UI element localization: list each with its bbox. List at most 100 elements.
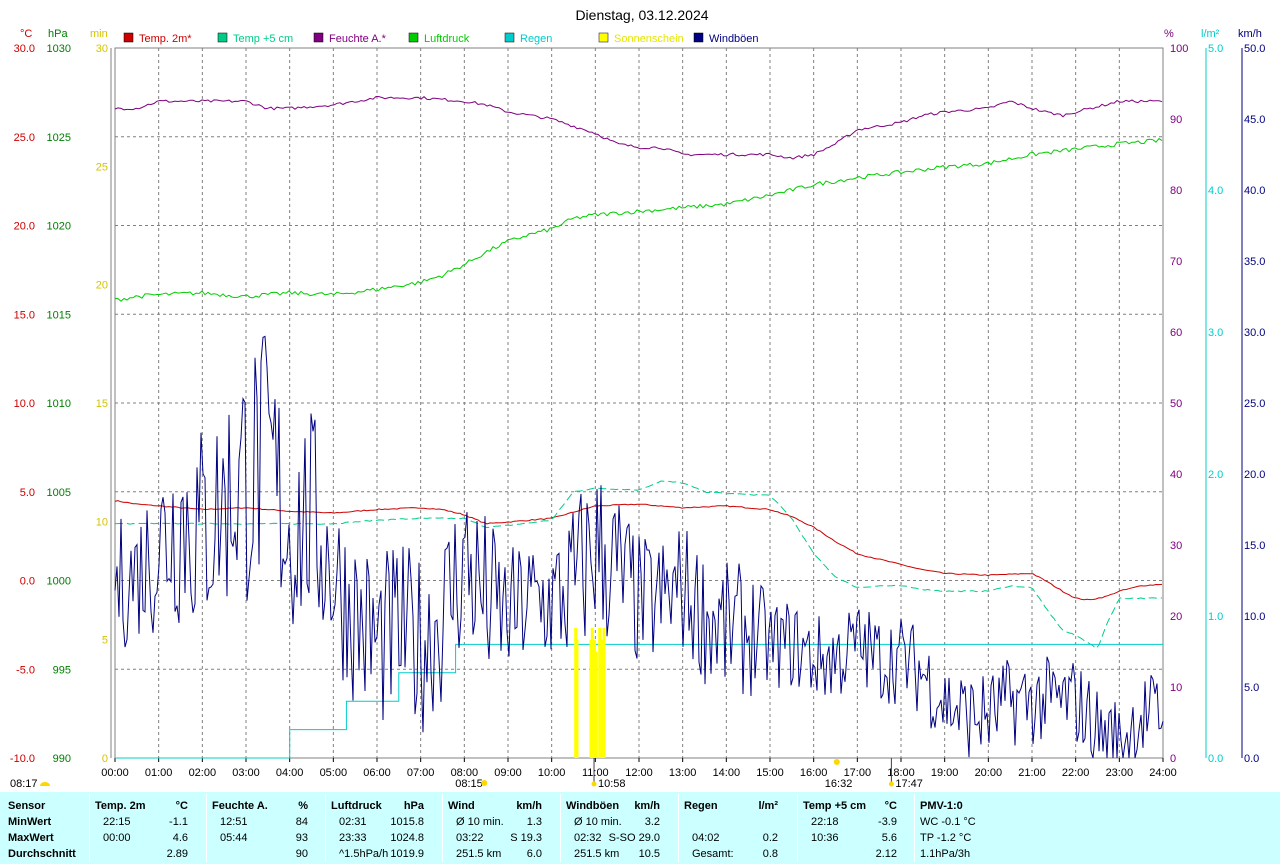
pressure-tick-label: 1025 <box>47 132 71 144</box>
sunshine-bar <box>602 627 606 758</box>
stat-value: 1024.8 <box>390 832 424 844</box>
legend-label: Sonnenschein <box>614 33 684 45</box>
sun-tick-label: 10 <box>96 516 108 528</box>
humidity-tick-label: 40 <box>1170 469 1182 481</box>
pressure-tick-label: 990 <box>53 753 71 765</box>
x-tick-label: 09:00 <box>494 767 522 779</box>
column-unit: °C <box>884 800 897 812</box>
temp-tick-label: 30.0 <box>14 43 35 55</box>
legend-label: Feuchte A.* <box>329 33 387 45</box>
humidity-axis-unit: % <box>1164 28 1174 40</box>
stat-value: 2.12 <box>875 848 897 860</box>
x-tick-label: 21:00 <box>1018 767 1046 779</box>
stat-value: 0.2 <box>762 832 778 844</box>
x-tick-label: 23:00 <box>1106 767 1134 779</box>
twilight-label: 17:47 <box>895 778 923 790</box>
wind-tick-label: 50.0 <box>1244 43 1265 55</box>
event-label: 08:15 <box>455 778 483 790</box>
wind-tick-label: 15.0 <box>1244 540 1265 552</box>
humidity-tick-label: 70 <box>1170 256 1182 268</box>
legend-swatch <box>123 32 134 43</box>
column-unit: % <box>298 800 308 812</box>
legend-swatch <box>504 32 515 43</box>
rain-tick-label: 4.0 <box>1208 185 1223 197</box>
summary-column-feuchte: Feuchte A.% 12:51 84 05:44 93 90 <box>212 792 322 864</box>
stat-value: S-SO 29.0 <box>608 832 660 844</box>
sun-tick-label: 20 <box>96 280 108 292</box>
rain-axis-unit: l/m² <box>1201 28 1220 40</box>
x-tick-label: 19:00 <box>931 767 959 779</box>
legend-label: Luftdruck <box>424 33 470 45</box>
rain-tick-label: 3.0 <box>1208 327 1223 339</box>
humidity-tick-label: 30 <box>1170 540 1182 552</box>
x-tick-label: 16:00 <box>800 767 828 779</box>
humidity-tick-label: 0 <box>1170 753 1176 765</box>
stat-value: 2.89 <box>166 848 188 860</box>
wind-tick-label: 10.0 <box>1244 611 1265 623</box>
sun-tick-label: 15 <box>96 398 108 410</box>
temp-tick-label: -10.0 <box>10 753 35 765</box>
column-header: Sensor <box>8 800 46 812</box>
stat-value: 0.8 <box>762 848 778 860</box>
temp-axis-unit: °C <box>20 28 32 40</box>
pressure-tick-label: 1005 <box>47 487 71 499</box>
legend-label: Temp. 2m* <box>139 33 192 45</box>
pressure-tick-label: 1030 <box>47 43 71 55</box>
x-tick-label: 13:00 <box>669 767 697 779</box>
summary-column-temp5cm: Temp +5 cm °C 22:18 -3.9 10:36 5.6 2.12 <box>803 792 911 864</box>
pmv-value: TP -1.2 °C <box>920 832 972 844</box>
x-tick-label: 03:00 <box>232 767 260 779</box>
temp-tick-label: 15.0 <box>14 309 35 321</box>
stat-value: 5.6 <box>881 832 897 844</box>
column-header: PMV-1:0 <box>920 800 963 812</box>
x-tick-label: 06:00 <box>363 767 391 779</box>
row-label: Durchschnitt <box>8 848 76 860</box>
stat-value: 93 <box>295 832 308 844</box>
row-label: MaxWert <box>8 832 54 844</box>
pressure-tick-label: 995 <box>53 664 71 676</box>
wind-tick-label: 25.0 <box>1244 398 1265 410</box>
x-tick-label: 07:00 <box>407 767 435 779</box>
temp-tick-label: 5.0 <box>20 487 35 499</box>
summary-column-luftdruck: Luftdruck hPa 02:31 1015.8 23:33 1024.8 ^1.5hP… <box>331 792 438 864</box>
stat-value: 10.5 <box>638 848 660 860</box>
x-tick-label: 12:00 <box>625 767 653 779</box>
summary-column-windboeen: Windböen km/h Ø 10 min. 3.2 02:32 S-SO 29.0 25… <box>566 792 674 864</box>
x-tick-label: 10:00 <box>538 767 566 779</box>
stat-value: 84 <box>295 816 308 828</box>
column-separator <box>325 794 326 862</box>
column-separator <box>914 794 915 862</box>
pressure-tick-label: 1020 <box>47 221 71 233</box>
row-label: MinWert <box>8 816 52 828</box>
pressure-tick-label: 1015 <box>47 309 71 321</box>
pressure-axis-unit: hPa <box>48 28 68 40</box>
humidity-tick-label: 90 <box>1170 114 1182 126</box>
legend-label: Windböen <box>709 33 759 45</box>
summary-column-sensor: Sensor MinWert MaxWert Durchschnitt <box>8 792 88 864</box>
column-separator <box>560 794 561 862</box>
x-tick-label: 01:00 <box>145 767 173 779</box>
sunset-label: 16:32 <box>825 778 853 790</box>
x-tick-label: 00:00 <box>101 767 129 779</box>
chart-background <box>0 0 1280 792</box>
x-tick-label: 15:00 <box>756 767 784 779</box>
column-separator <box>442 794 443 862</box>
sun-marker-icon <box>833 759 840 765</box>
stat-value: 90 <box>295 848 308 860</box>
stat-value: S 19.3 <box>510 832 542 844</box>
wind-tick-label: 30.0 <box>1244 327 1265 339</box>
legend-label: Regen <box>520 33 552 45</box>
stat-value: 1015.8 <box>390 816 424 828</box>
column-separator <box>797 794 798 862</box>
sun-tick-label: 0 <box>102 753 108 765</box>
rain-tick-label: 2.0 <box>1208 469 1223 481</box>
summary-column-wind: Wind km/h Ø 10 min. 1.3 03:22 S 19.3 251.5 km 6… <box>448 792 556 864</box>
stat-value: 1019.9 <box>390 848 424 860</box>
stat-value: 1.3 <box>526 816 542 828</box>
humidity-tick-label: 20 <box>1170 611 1182 623</box>
temp-tick-label: 20.0 <box>14 221 35 233</box>
column-unit: °C <box>175 800 188 812</box>
legend-swatch <box>217 32 228 43</box>
summary-column-pmv: PMV-1:0 WC -0.1 °C TP -1.2 °C 1.1hPa/3h <box>920 792 1020 864</box>
wind-tick-label: 35.0 <box>1244 256 1265 268</box>
